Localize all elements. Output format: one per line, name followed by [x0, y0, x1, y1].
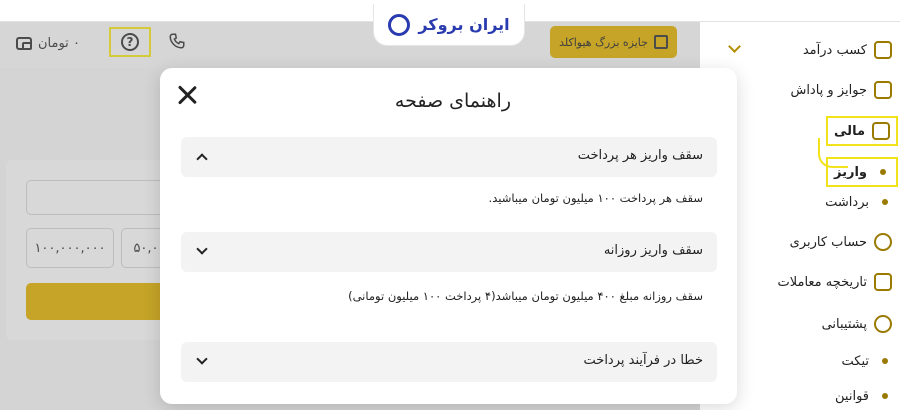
- sidebar-item-withdraw[interactable]: برداشت: [825, 189, 892, 215]
- sidebar-item-label: تاریخچه معاملات: [777, 274, 867, 290]
- sidebar-item-label: پشتیبانی: [821, 316, 867, 332]
- logo-mark-icon: [388, 13, 411, 36]
- sidebar-item-ticket[interactable]: تیکت: [842, 348, 893, 374]
- sidebar-item-label: کسب درآمد: [802, 42, 867, 58]
- sidebar-item-label: برداشت: [825, 194, 869, 210]
- bullet-icon: [882, 358, 888, 364]
- sidebar-item-rules[interactable]: قوانین: [835, 383, 892, 409]
- highlight-connector: [818, 138, 848, 168]
- sidebar-item-label: جوایز و پاداش: [790, 82, 867, 98]
- bullet-icon: [882, 393, 888, 399]
- brand-logo[interactable]: ایران بروکر: [373, 4, 525, 46]
- accordion-header-per-payment-limit[interactable]: سقف واریز هر پرداخت: [181, 137, 717, 177]
- logo-text: ایران بروکر: [418, 15, 510, 34]
- stack-icon: [874, 41, 892, 59]
- sidebar-item-label: قوانین: [835, 388, 869, 404]
- accordion-title: سقف واریز روزانه: [603, 243, 703, 258]
- sidebar-item-account[interactable]: حساب کاربری: [790, 229, 892, 255]
- user-circle-icon: [874, 233, 892, 251]
- close-icon[interactable]: [176, 84, 198, 106]
- accordion-title: سقف واریز هر پرداخت: [577, 148, 703, 163]
- chevron-down-icon[interactable]: [728, 40, 741, 53]
- sidebar-item-trade-history[interactable]: تاریخچه معاملات: [777, 269, 892, 295]
- sidebar-item-earn[interactable]: کسب درآمد: [803, 37, 892, 63]
- chevron-up-icon: [196, 153, 208, 165]
- accordion-header-payment-error[interactable]: خطا در فرآیند پرداخت: [181, 342, 717, 382]
- wallet-icon: [872, 122, 890, 140]
- chevron-down-icon: [196, 353, 208, 365]
- clipboard-icon: [874, 273, 892, 291]
- gift-icon: [874, 81, 892, 99]
- accordion-title: خطا در فرآیند پرداخت: [583, 353, 703, 368]
- lifebuoy-icon: [874, 315, 892, 333]
- sidebar-item-label: حساب کاربری: [789, 234, 867, 250]
- chevron-down-icon: [196, 243, 208, 255]
- accordion-body: سقف روزانه مبلغ ۴۰۰ میلیون تومان میباشد(…: [348, 289, 703, 303]
- page-guide-modal: راهنمای صفحه سقف واریز هر پرداخت سقف هر …: [160, 68, 737, 404]
- modal-title: راهنمای صفحه: [394, 90, 511, 112]
- sidebar-item-support[interactable]: پشتیبانی: [822, 311, 892, 337]
- accordion-header-daily-limit[interactable]: سقف واریز روزانه: [181, 232, 717, 272]
- bullet-icon: [880, 169, 886, 175]
- sidebar-item-label: تیکت: [841, 353, 870, 369]
- accordion-body: سقف هر پرداخت ۱۰۰ میلیون تومان میباشید.: [488, 191, 703, 205]
- bullet-icon: [882, 199, 888, 205]
- sidebar-item-rewards[interactable]: جوایز و پاداش: [790, 77, 892, 103]
- sidebar-item-label: مالی: [834, 123, 865, 139]
